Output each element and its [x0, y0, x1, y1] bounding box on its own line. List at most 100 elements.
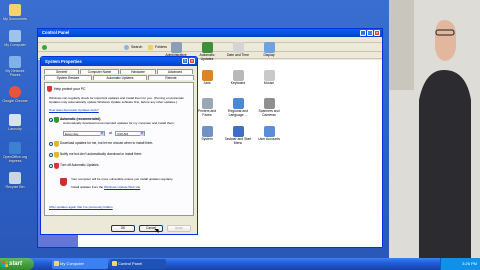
- radio-turn-off[interactable]: [49, 164, 53, 168]
- desktop-icon-launchy[interactable]: Launchy: [0, 114, 30, 131]
- time-dropdown[interactable]: 3:00 AM ▼: [115, 131, 145, 136]
- control-panel-item-label: Taskbar and Start Menu: [224, 137, 252, 145]
- dialog-title: System Properties: [45, 59, 82, 64]
- how-it-works-link[interactable]: How does Automatic Updates work?: [49, 108, 149, 113]
- desktop-icon-label: My Documents: [3, 17, 27, 21]
- control-panel-item-icon: [263, 42, 275, 53]
- control-panel-item-icon: [201, 126, 213, 137]
- chevron-down-icon: ▼: [100, 132, 104, 136]
- security-shield-icon: [47, 86, 52, 92]
- tab-general[interactable]: Generel: [44, 69, 79, 74]
- recycle-bin-icon: [9, 172, 21, 184]
- system-properties-dialog: System Properties ? × Generel Computer N…: [40, 56, 198, 235]
- option-notify-label: Notify me but don't automatically downlo…: [60, 152, 143, 156]
- close-button[interactable]: ×: [189, 58, 195, 64]
- control-panel-item-icon: [232, 98, 244, 109]
- desktop-icon-recycle-bin[interactable]: Recycle Bin: [0, 172, 30, 189]
- control-panel-item[interactable]: Taskbar and Start Menu: [224, 126, 252, 146]
- control-panel-item[interactable]: Keyboard: [224, 70, 252, 86]
- help-button[interactable]: ?: [182, 58, 188, 64]
- minimize-button[interactable]: _: [360, 30, 366, 36]
- window-title: Control Panel: [42, 30, 70, 35]
- shield-icon: [54, 163, 59, 169]
- ok-button[interactable]: OK: [111, 225, 135, 232]
- apply-button[interactable]: Apply: [167, 225, 191, 232]
- control-panel-item-label: Date and Time: [226, 53, 250, 57]
- control-panel-item-icon: [263, 98, 275, 109]
- tab-system-restore[interactable]: System Restore: [44, 75, 92, 80]
- clock: 3:26 PM: [462, 261, 477, 266]
- intro-paragraph: Windows can regularly check for importan…: [49, 96, 184, 104]
- taskbar-item-control-panel[interactable]: Control Panel: [110, 259, 166, 269]
- control-panel-item[interactable]: Scanners and Cameras: [255, 98, 283, 118]
- back-button[interactable]: [42, 44, 49, 51]
- control-panel-item-icon: [232, 126, 244, 137]
- taskbar-item-my-computer[interactable]: My Computer: [52, 259, 108, 269]
- desktop-icon-openoffice-impress[interactable]: OpenOffice.org Impress: [0, 142, 30, 163]
- desktop-icon-label: My Computer: [4, 43, 26, 47]
- control-panel-item-label: Display: [263, 53, 275, 57]
- shield-icon: [54, 141, 59, 147]
- tab-row-1: Generel Computer Name Hardware Advanced: [44, 69, 193, 74]
- computer-icon: [9, 30, 21, 42]
- control-panel-item-icon: [201, 70, 213, 81]
- screen: My Documents My Computer My Network Plac…: [0, 0, 480, 270]
- control-panel-item-label: Scanners and Cameras: [258, 109, 280, 117]
- network-icon: [9, 56, 21, 68]
- control-panel-item-label: User Accounts: [258, 137, 280, 141]
- desktop-icon-label: Google Chrome: [2, 99, 28, 103]
- desktop-icon-my-documents[interactable]: My Documents: [0, 4, 30, 21]
- control-panel-item-label: Keyboard: [230, 81, 246, 85]
- radio-download-notify[interactable]: [49, 142, 53, 146]
- tab-automatic-updates[interactable]: Automatic Updates: [93, 75, 147, 80]
- control-panel-item[interactable]: Date and Time: [224, 42, 252, 58]
- search-button[interactable]: Search: [124, 44, 142, 51]
- taskbar: start My Computer Control Panel 3:26 PM: [0, 258, 480, 270]
- tab-row-2: System Restore Automatic Updates Remote: [44, 75, 194, 80]
- radio-automatic[interactable]: [49, 118, 53, 122]
- desktop-icon-label: Launchy: [8, 127, 22, 131]
- close-button[interactable]: ×: [374, 30, 380, 36]
- desktop-icon-label: My Network Places: [5, 69, 25, 77]
- impress-icon: [9, 142, 21, 154]
- control-panel-item-icon: [201, 42, 213, 53]
- control-panel-item-label: Mouse: [263, 81, 275, 85]
- desktop-icon-my-computer[interactable]: My Computer: [0, 30, 30, 47]
- search-label: Search: [131, 45, 143, 49]
- option-off-label: Turn off Automatic Updates.: [60, 163, 100, 167]
- offer-hidden-updates-link[interactable]: Offer updates again that I've previously…: [49, 205, 179, 210]
- windows-update-link[interactable]: Windows Update Web site: [104, 185, 140, 189]
- desktop-icon-google-chrome[interactable]: Google Chrome: [0, 86, 30, 103]
- automatic-description: Automatically download recommended updat…: [63, 121, 175, 125]
- warning-shield-icon: [60, 178, 67, 186]
- maximize-button[interactable]: □: [367, 30, 373, 36]
- control-panel-item-icon: [263, 70, 275, 81]
- tab-advanced[interactable]: Advanced: [157, 69, 193, 74]
- tab-remote[interactable]: Remote: [148, 75, 194, 80]
- control-panel-titlebar[interactable]: Control Panel _ □ ×: [38, 29, 382, 37]
- control-panel-item[interactable]: Regional and Language ...: [224, 98, 252, 118]
- control-panel-item-icon: [263, 126, 275, 137]
- control-panel-icon: [112, 261, 117, 266]
- shield-icon: [54, 152, 59, 158]
- webcam-overlay: [389, 0, 480, 258]
- tab-hardware[interactable]: Hardware: [120, 69, 156, 74]
- control-panel-item[interactable]: Mouse: [255, 70, 283, 86]
- control-panel-item-icon: [232, 70, 244, 81]
- tab-computer-name[interactable]: Computer Name: [80, 69, 119, 74]
- control-panel-item[interactable]: User Accounts: [255, 126, 283, 142]
- system-properties-titlebar[interactable]: System Properties ? ×: [41, 57, 197, 66]
- control-panel-item[interactable]: Display: [255, 42, 283, 58]
- desktop-icon-label: Recycle Bin: [5, 185, 25, 189]
- desktop-icon-label: OpenOffice.org Impress: [2, 155, 28, 163]
- radio-notify-only[interactable]: [49, 153, 53, 157]
- presenter-video: [389, 0, 480, 258]
- option-download-label: Download updates for me, but let me choo…: [60, 141, 154, 145]
- day-dropdown[interactable]: Every day ▼: [63, 131, 105, 136]
- folder-icon: [9, 4, 21, 16]
- start-button[interactable]: start: [0, 258, 34, 270]
- desktop-icon-my-network-places[interactable]: My Network Places: [0, 56, 30, 77]
- chevron-down-icon: ▼: [140, 132, 144, 136]
- computer-icon: [54, 261, 59, 266]
- install-updates-line: Install updates from the Windows Update …: [71, 185, 191, 190]
